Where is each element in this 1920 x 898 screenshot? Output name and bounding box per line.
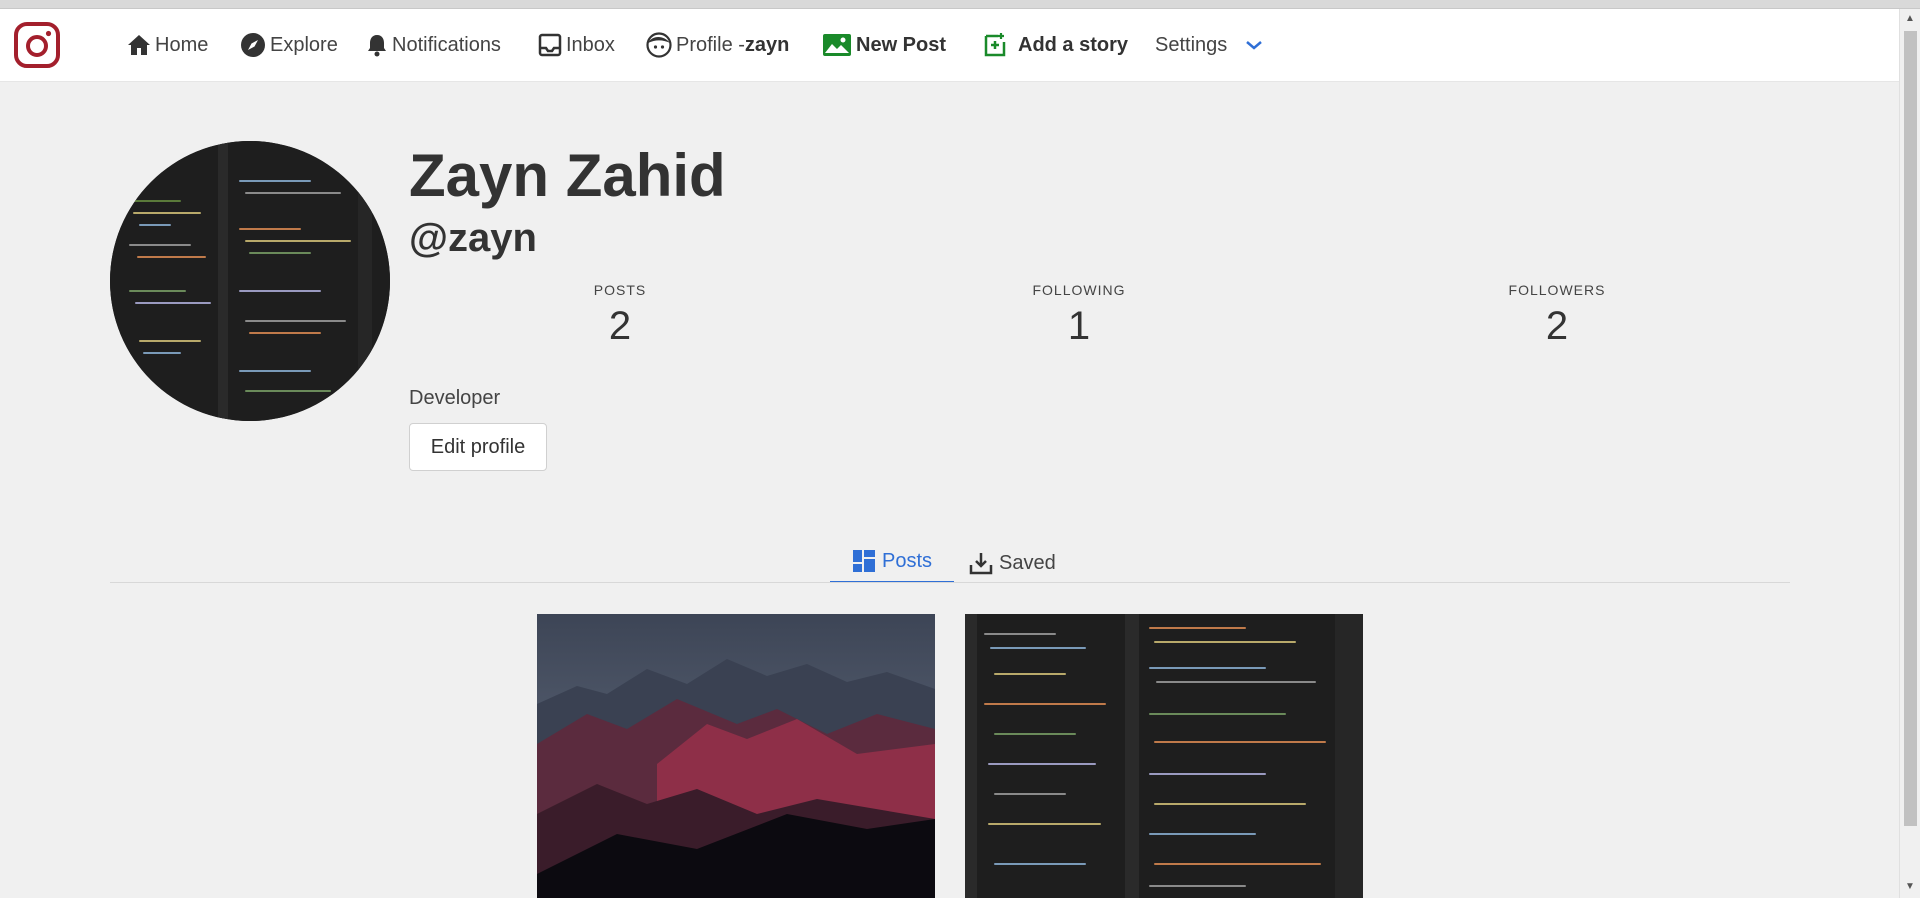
stat-following[interactable]: FOLLOWING 1 <box>999 282 1159 349</box>
instagram-icon[interactable] <box>13 21 61 69</box>
tab-posts[interactable]: Posts <box>830 541 955 583</box>
nav-inbox[interactable]: Inbox <box>538 29 615 61</box>
stat-followers-value: 2 <box>1545 304 1569 348</box>
nav-profile-username: zayn <box>744 33 790 56</box>
nav-explore[interactable]: Explore <box>240 29 338 61</box>
stat-following-value: 1 <box>1067 304 1091 348</box>
image-icon <box>823 34 851 56</box>
scroll-down-arrow-icon[interactable]: ▼ <box>1905 881 1915 892</box>
stat-followers-label: FOLLOWERS <box>1508 282 1606 298</box>
nav-profile-prefix: Profile - <box>676 33 745 56</box>
profile-name: Zayn Zahid <box>409 142 726 209</box>
add-story-icon <box>984 33 1006 57</box>
tab-saved-label: Saved <box>999 551 1056 574</box>
avatar-code-image <box>110 141 390 421</box>
nav-notifications[interactable]: Notifications <box>366 29 501 61</box>
inbox-icon <box>538 33 562 57</box>
avatar[interactable] <box>110 141 390 421</box>
nav-home-label: Home <box>155 33 209 56</box>
scrollbar-thumb[interactable] <box>1904 31 1917 826</box>
settings-label: Settings <box>1155 33 1228 56</box>
nav-notifications-label: Notifications <box>392 33 501 56</box>
mountain-image <box>537 614 935 898</box>
download-icon <box>969 553 993 575</box>
stat-following-label: FOLLOWING <box>1032 282 1126 298</box>
profile-handle: @zayn <box>409 216 537 260</box>
bell-icon <box>368 35 386 57</box>
new-post-button[interactable]: New Post <box>822 29 946 61</box>
edit-profile-button[interactable]: Edit profile <box>409 423 547 471</box>
stat-followers[interactable]: FOLLOWERS 2 <box>1477 282 1637 349</box>
nav-inbox-label: Inbox <box>566 33 615 56</box>
grid-icon <box>853 550 875 572</box>
top-navbar: Home Explore Notifications Inbox Profile… <box>0 9 1899 82</box>
stat-posts: POSTS 2 <box>540 282 700 349</box>
home-icon <box>128 35 150 55</box>
scroll-up-arrow-icon[interactable]: ▲ <box>1905 13 1915 24</box>
chevron-down-icon <box>1246 41 1263 50</box>
nav-explore-label: Explore <box>270 33 338 56</box>
stat-posts-value: 2 <box>608 304 632 348</box>
tabs-divider <box>110 582 1790 583</box>
profile-bio: Developer <box>409 387 501 409</box>
nav-home[interactable]: Home <box>127 29 208 61</box>
add-story-label: Add a story <box>1018 33 1129 56</box>
settings-dropdown[interactable]: Settings <box>1155 29 1265 61</box>
new-post-label: New Post <box>856 33 947 56</box>
post-thumbnail-mountains[interactable] <box>537 614 935 898</box>
compass-icon <box>241 33 265 57</box>
page-scrollbar[interactable]: ▲ ▼ <box>1899 9 1920 898</box>
nav-profile[interactable]: Profile - zayn <box>646 29 789 61</box>
stat-posts-label: POSTS <box>593 282 647 298</box>
browser-top-edge <box>0 0 1920 9</box>
code-image <box>965 614 1363 898</box>
face-icon <box>646 32 672 58</box>
tab-posts-label: Posts <box>882 549 933 572</box>
tab-saved[interactable]: Saved <box>969 543 1056 583</box>
add-story-button[interactable]: Add a story <box>982 29 1128 61</box>
post-thumbnail-code[interactable] <box>965 614 1363 898</box>
